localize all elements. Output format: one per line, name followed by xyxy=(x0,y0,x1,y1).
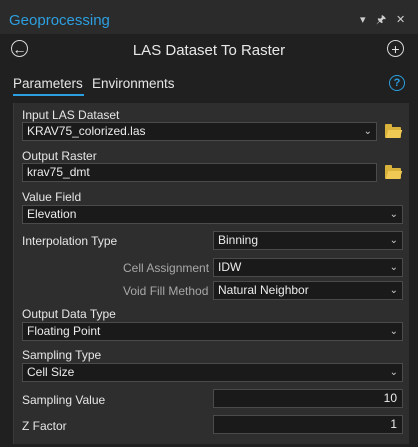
output-raster-value: krav75_dmt xyxy=(27,165,90,179)
void-fill-label: Void Fill Method xyxy=(123,284,209,298)
output-data-type-label: Output Data Type xyxy=(22,307,116,321)
z-factor-label: Z Factor xyxy=(22,419,67,433)
pane-title: Geoprocessing xyxy=(9,12,110,29)
folder-icon[interactable] xyxy=(385,124,401,138)
sampling-type-value: Cell Size xyxy=(27,365,75,379)
tab-environments[interactable]: Environments xyxy=(92,76,175,91)
pin-icon[interactable]: 🖈 xyxy=(376,14,386,26)
output-raster-label: Output Raster xyxy=(22,149,97,163)
z-factor-input[interactable]: 1 xyxy=(213,415,403,434)
input-las-field[interactable]: KRAV75_colorized.las ⌄ xyxy=(22,122,377,141)
tool-title: LAS Dataset To Raster xyxy=(132,42,286,59)
chevron-down-icon[interactable]: ⌄ xyxy=(390,323,398,340)
sampling-value-input[interactable]: 10 xyxy=(213,389,403,408)
close-icon[interactable]: ✕ xyxy=(396,14,405,26)
chevron-down-icon[interactable]: ⌄ xyxy=(390,364,398,381)
tab-parameters[interactable]: Parameters xyxy=(13,76,83,91)
chevron-down-icon[interactable]: ⌄ xyxy=(390,259,398,276)
sampling-type-select[interactable]: Cell Size ⌄ xyxy=(22,363,403,382)
output-raster-field[interactable]: krav75_dmt xyxy=(22,163,377,182)
output-data-type-select[interactable]: Floating Point ⌄ xyxy=(22,322,403,341)
cell-assignment-label: Cell Assignment xyxy=(123,261,210,275)
value-field-label: Value Field xyxy=(22,190,82,204)
interpolation-type-value: Binning xyxy=(218,233,259,247)
chevron-down-icon[interactable]: ⌄ xyxy=(364,123,372,140)
sampling-value-label: Sampling Value xyxy=(22,393,106,407)
help-icon[interactable]: ? xyxy=(389,75,405,91)
chevron-down-icon[interactable]: ⌄ xyxy=(390,282,398,299)
active-tab-indicator xyxy=(13,94,84,96)
cell-assignment-select[interactable]: IDW ⌄ xyxy=(213,258,403,277)
chevron-down-icon[interactable]: ⌄ xyxy=(390,232,398,249)
value-field-select[interactable]: Elevation ⌄ xyxy=(22,205,403,224)
sampling-type-label: Sampling Type xyxy=(22,348,102,362)
void-fill-select[interactable]: Natural Neighbor ⌄ xyxy=(213,281,403,300)
pane-header: Geoprocessing ▾ 🖈 ✕ xyxy=(0,0,418,34)
folder-icon[interactable] xyxy=(385,165,401,179)
input-las-value: KRAV75_colorized.las xyxy=(27,124,146,138)
chevron-down-icon[interactable]: ⌄ xyxy=(390,206,398,223)
output-data-type-value: Floating Point xyxy=(27,324,101,338)
interpolation-type-select[interactable]: Binning ⌄ xyxy=(213,231,403,250)
cell-assignment-value: IDW xyxy=(218,260,242,274)
chevron-down-icon[interactable]: ▾ xyxy=(360,14,366,26)
void-fill-value: Natural Neighbor xyxy=(218,283,309,297)
add-icon[interactable]: + xyxy=(387,40,404,57)
interpolation-type-label: Interpolation Type xyxy=(22,234,118,248)
value-field-value: Elevation xyxy=(27,207,77,221)
input-las-label: Input LAS Dataset xyxy=(22,108,120,122)
